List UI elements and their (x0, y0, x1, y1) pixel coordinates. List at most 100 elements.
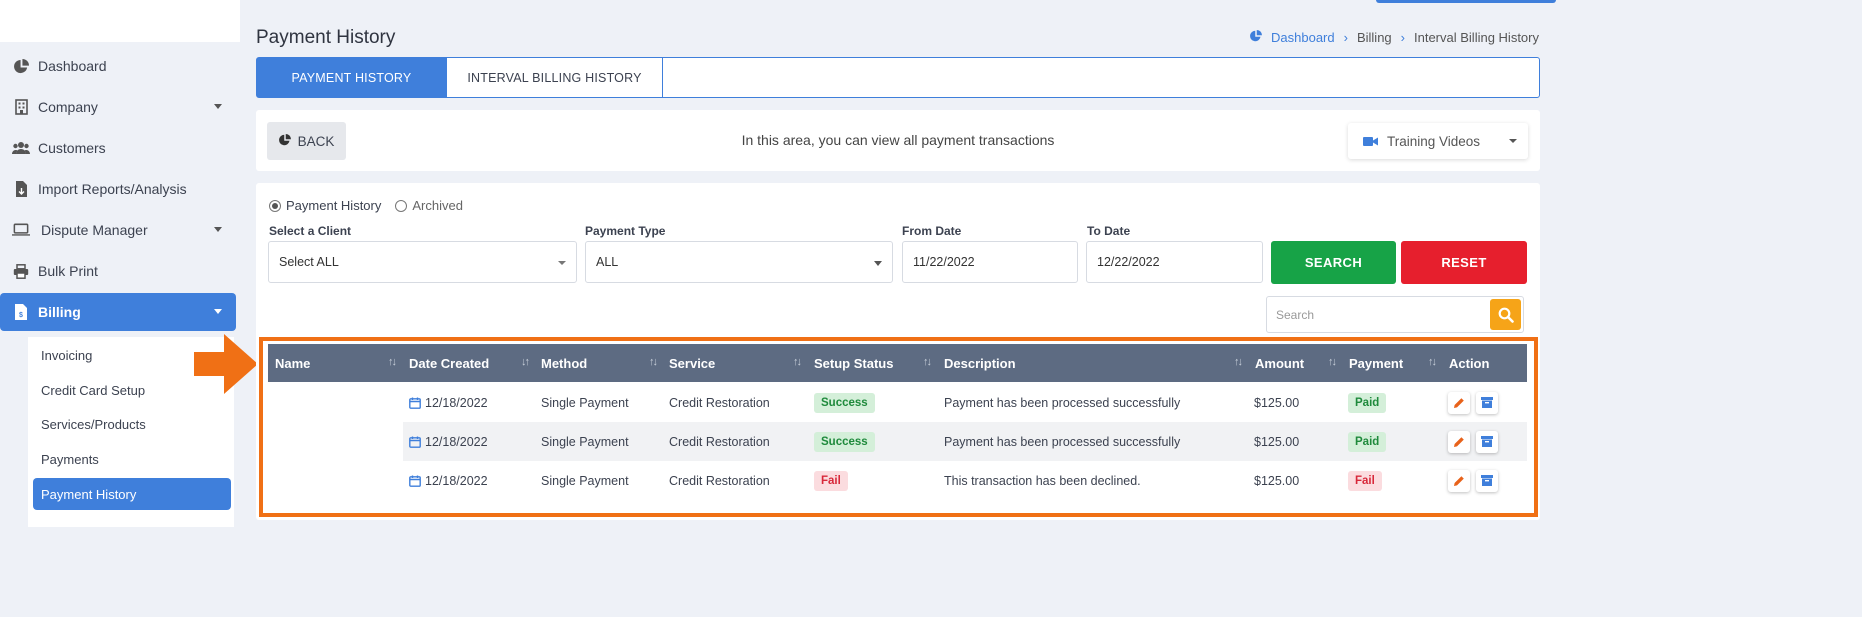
sort-icon[interactable]: ↑↓ (1428, 356, 1437, 368)
amount-cell: $125.00 (1254, 395, 1300, 410)
chevron-down-icon (558, 261, 566, 265)
action-cell (1448, 383, 1504, 422)
action-cell (1448, 422, 1504, 461)
sidebar-item-customers[interactable]: Customers (0, 129, 236, 167)
to-date-label: To Date (1087, 224, 1131, 238)
sidebar-item-label: Bulk Print (38, 263, 98, 279)
table-row[interactable]: 12/18/2022 Single Payment Credit Restora… (403, 383, 1527, 422)
training-videos-label: Training Videos (1387, 133, 1481, 149)
archive-filter: Payment History Archived (269, 198, 463, 213)
payment-type-label: Payment Type (585, 224, 666, 238)
archive-box-icon[interactable] (1476, 391, 1498, 414)
client-select[interactable]: Select ALL (268, 241, 577, 283)
breadcrumb-current: Interval Billing History (1414, 30, 1539, 45)
sort-icon[interactable]: ↑↓ (388, 356, 397, 368)
column-label: Amount (1255, 355, 1305, 371)
radio-checked-icon (269, 199, 281, 212)
video-camera-icon (1363, 136, 1378, 147)
users-icon (12, 139, 30, 157)
sidebar-item-bulk-print[interactable]: Bulk Print (0, 252, 236, 290)
column-label: Date Created (409, 355, 490, 371)
column-label: Payment (1349, 355, 1404, 371)
sidebar-item-label: Dashboard (38, 58, 107, 74)
sort-icon[interactable]: ↓↑ (521, 356, 530, 368)
laptop-icon (12, 221, 30, 239)
chevron-down-icon (214, 104, 222, 109)
column-header-setup-status[interactable]: Setup Status (814, 344, 893, 382)
search-icon[interactable] (1490, 299, 1521, 330)
service-cell: Credit Restoration (669, 473, 770, 488)
radio-payment-history[interactable]: Payment History (269, 198, 381, 213)
date-cell: 12/18/2022 (409, 461, 488, 500)
status-badge: Success (814, 392, 875, 413)
sort-icon[interactable]: ↑↓ (1234, 356, 1243, 368)
column-header-amount[interactable]: Amount (1255, 344, 1304, 382)
column-header-service[interactable]: Service (669, 344, 715, 382)
breadcrumb: Dashboard › Billing › Interval Billing H… (1250, 30, 1539, 45)
info-bar: BACK In this area, you can view all paym… (256, 110, 1540, 171)
printer-icon (12, 262, 30, 280)
radio-unchecked-icon (395, 199, 408, 212)
column-header-description[interactable]: Description (944, 344, 1016, 382)
edit-pencil-icon[interactable] (1448, 469, 1470, 492)
training-videos-dropdown[interactable]: Training Videos (1348, 123, 1528, 159)
tab-interval-billing-history[interactable]: INTERVAL BILLING HISTORY (447, 58, 663, 97)
sidebar-item-dispute-manager[interactable]: Dispute Manager (0, 211, 236, 249)
sort-icon[interactable]: ↑↓ (923, 356, 932, 368)
search-button[interactable]: SEARCH (1271, 241, 1396, 284)
sort-icon[interactable]: ↑↓ (1328, 356, 1337, 368)
breadcrumb-billing[interactable]: Billing (1357, 30, 1392, 45)
action-cell (1448, 461, 1504, 500)
sidebar: Dashboard Company Customers Import Repor… (0, 0, 240, 527)
payment-type-value: ALL (596, 255, 619, 269)
table-row[interactable]: 12/18/2022 Single Payment Credit Restora… (403, 461, 1527, 500)
column-header-date-created[interactable]: Date Created (409, 344, 489, 382)
date-value: 12/18/2022 (425, 395, 488, 410)
table-search (1266, 296, 1524, 333)
column-label: Description (944, 355, 1016, 371)
submenu-item-payments[interactable]: Payments (33, 443, 231, 475)
submenu-item-services-products[interactable]: Services/Products (33, 408, 231, 440)
top-accent-bar (1376, 0, 1556, 3)
description-cell: Payment has been processed successfully (944, 434, 1181, 449)
arrow-right-icon (194, 334, 258, 394)
table-row[interactable]: 12/18/2022 Single Payment Credit Restora… (403, 422, 1527, 461)
service-cell: Credit Restoration (669, 395, 770, 410)
submenu-item-payment-history[interactable]: Payment History (33, 478, 231, 510)
radio-archived[interactable]: Archived (395, 198, 463, 213)
to-date-field[interactable]: 12/22/2022 (1086, 241, 1263, 283)
chevron-right-icon: › (1343, 30, 1348, 45)
reset-button[interactable]: RESET (1401, 241, 1527, 284)
sidebar-item-dashboard[interactable]: Dashboard (0, 47, 236, 85)
edit-pencil-icon[interactable] (1448, 430, 1470, 453)
submenu-item-label: Payments (41, 451, 99, 467)
sort-icon[interactable]: ↑↓ (649, 356, 658, 368)
tab-payment-history[interactable]: PAYMENT HISTORY (257, 58, 447, 97)
from-date-field[interactable]: 11/22/2022 (902, 241, 1078, 283)
pie-chart-icon (12, 57, 30, 75)
table-header: Name ↑↓ Date Created ↓↑ Method ↑↓ Servic… (268, 344, 1527, 382)
description-cell: This transaction has been declined. (944, 473, 1141, 488)
column-header-method[interactable]: Method (541, 344, 587, 382)
sidebar-item-label: Billing (38, 304, 81, 320)
column-label: Method (541, 355, 588, 371)
status-cell: Fail (814, 461, 848, 500)
sort-icon[interactable]: ↑↓ (793, 356, 802, 368)
archive-box-icon[interactable] (1476, 430, 1498, 453)
radio-label: Archived (412, 198, 463, 213)
column-header-payment[interactable]: Payment (1349, 344, 1403, 382)
sidebar-item-import-reports[interactable]: Import Reports/Analysis (0, 170, 236, 208)
payment-type-select[interactable]: ALL (585, 241, 893, 283)
method-cell: Single Payment (541, 473, 629, 488)
dashboard-icon (1250, 30, 1263, 45)
archive-box-icon[interactable] (1476, 469, 1498, 492)
chevron-right-icon: › (1400, 30, 1405, 45)
search-input[interactable] (1267, 297, 1491, 332)
breadcrumb-dashboard-link[interactable]: Dashboard (1271, 30, 1335, 45)
sidebar-item-label: Customers (38, 140, 106, 156)
edit-pencil-icon[interactable] (1448, 391, 1470, 414)
sidebar-item-billing[interactable]: $ Billing (0, 293, 236, 331)
sidebar-item-company[interactable]: Company (0, 88, 236, 126)
column-header-name[interactable]: Name (275, 344, 310, 382)
method-cell: Single Payment (541, 395, 629, 410)
